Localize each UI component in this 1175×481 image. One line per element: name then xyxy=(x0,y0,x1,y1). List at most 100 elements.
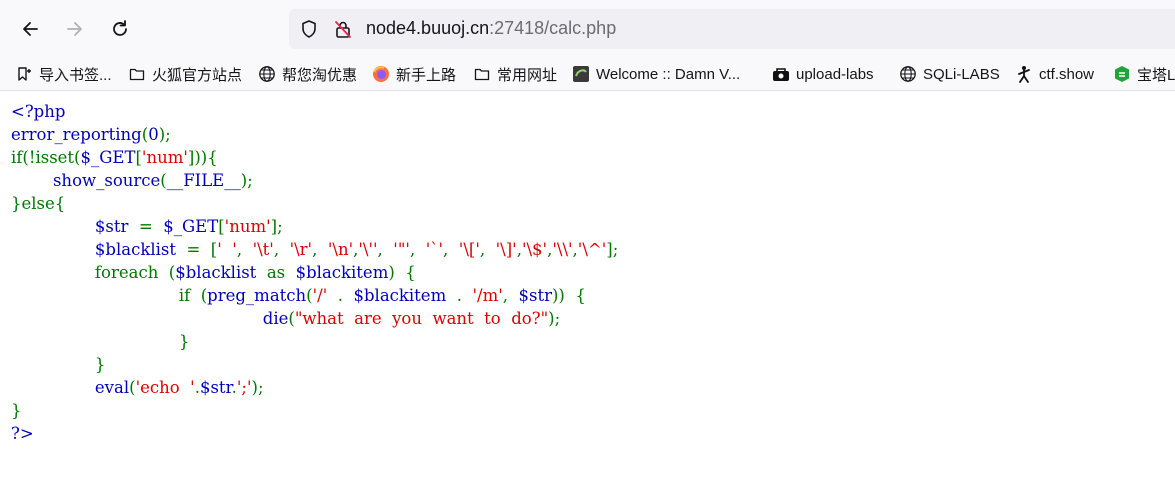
code-token: '\]' xyxy=(495,240,517,259)
back-button[interactable] xyxy=(15,14,45,44)
code-token: 'num' xyxy=(224,217,271,236)
code-token: '\t' xyxy=(252,240,274,259)
code-token: . xyxy=(337,286,354,305)
code-line: }else{ xyxy=(11,192,618,215)
code-token: <?php xyxy=(11,102,66,121)
bookmark-label: SQLi-LABS xyxy=(923,65,1000,83)
code-token: , xyxy=(502,286,519,305)
bookmark-label: 常用网址 xyxy=(497,66,558,84)
code-token: ' ' xyxy=(217,240,237,259)
code-token: 0 xyxy=(148,125,159,144)
code-token: } xyxy=(11,355,106,374)
folder-icon xyxy=(128,65,146,83)
code-token: die xyxy=(262,309,289,328)
code-token: preg_match xyxy=(207,286,307,305)
insecure-lock-icon[interactable] xyxy=(333,19,353,44)
bookmark-getting-started[interactable]: 新手上路 xyxy=(372,62,456,86)
code-token: ])){ xyxy=(187,148,218,167)
code-token: ) { xyxy=(388,263,416,282)
bookmark-ctfshow[interactable]: ctf.show xyxy=(1015,62,1094,86)
bookmark-deals[interactable]: 帮您淘优惠 xyxy=(258,62,357,86)
code-token: '\r' xyxy=(289,240,313,259)
bookmark-dvwa[interactable]: Welcome :: Damn V... xyxy=(572,62,740,86)
forward-button[interactable] xyxy=(60,14,90,44)
code-token: $str xyxy=(518,286,552,305)
code-token: '\'' xyxy=(358,240,378,259)
code-token: $_GET xyxy=(163,217,219,236)
code-token: } xyxy=(11,401,22,420)
code-token: '`' xyxy=(425,240,444,259)
code-token: error_reporting xyxy=(11,125,142,144)
reload-button[interactable] xyxy=(105,14,135,44)
code-token: foreach ( xyxy=(11,263,176,282)
code-token: '\n' xyxy=(327,240,354,259)
code-token: $_GET xyxy=(80,148,136,167)
back-arrow-icon xyxy=(23,22,38,36)
address-bar[interactable]: node4.buuoj.cn:27418/calc.php xyxy=(289,9,1175,49)
code-token: 'num' xyxy=(141,148,188,167)
code-token: '\\' xyxy=(552,240,573,259)
code-token: ]; xyxy=(606,240,619,259)
code-token: , xyxy=(443,240,459,259)
bookmark-common-sites[interactable]: 常用网址 xyxy=(473,62,557,86)
bookmark-import[interactable]: 导入书签... xyxy=(15,62,112,86)
bookmark-sqli-labs[interactable]: SQLi-LABS xyxy=(899,62,1000,86)
code-line: } xyxy=(11,399,618,422)
code-token: '"' xyxy=(393,240,410,259)
code-token: $blackitem xyxy=(353,286,457,305)
code-line: if(!isset($_GET['num'])){ xyxy=(11,146,618,169)
bookmark-firefox-official[interactable]: 火狐官方站点 xyxy=(128,62,242,86)
code-token: , xyxy=(377,240,394,259)
code-token: $blackitem xyxy=(295,263,389,282)
code-token: as xyxy=(266,263,296,282)
code-token: ); xyxy=(548,309,561,328)
code-token: = [ xyxy=(186,240,218,259)
bookmark-label: upload-labs xyxy=(796,65,874,83)
code-token: ); xyxy=(240,171,253,190)
browser-toolbar: node4.buuoj.cn:27418/calc.php xyxy=(0,0,1175,58)
url-host: node4.buuoj.cn xyxy=(366,18,490,38)
code-token: '\^' xyxy=(577,240,607,259)
bookmark-label: ctf.show xyxy=(1039,65,1095,83)
code-token: $blacklist xyxy=(94,240,187,259)
code-line: $str = $_GET['num']; xyxy=(11,215,618,238)
code-token: $str xyxy=(199,378,232,397)
code-token: "what are you want to do?" xyxy=(294,309,549,328)
code-line: ?> xyxy=(11,422,618,445)
bookmark-upload-labs[interactable]: upload-labs xyxy=(772,62,874,86)
url-text[interactable]: node4.buuoj.cn:27418/calc.php xyxy=(366,18,616,39)
code-line: foreach ($blacklist as $blackitem) { xyxy=(11,261,618,284)
code-token: )) { xyxy=(551,286,586,305)
code-token: '/' xyxy=(312,286,338,305)
firefox-icon xyxy=(372,65,390,83)
code-line: error_reporting(0); xyxy=(11,123,618,146)
code-token: , xyxy=(479,240,496,259)
code-token: '\$' xyxy=(521,240,548,259)
reload-icon xyxy=(113,20,127,36)
dvwa-icon xyxy=(572,65,590,83)
code-token: , xyxy=(273,240,290,259)
code-token: if ( xyxy=(11,286,208,305)
code-token: = xyxy=(138,217,164,236)
upload-labs-icon xyxy=(772,65,790,83)
code-token: ); xyxy=(158,125,171,144)
code-token: __FILE__ xyxy=(166,171,241,190)
code-line: show_source(__FILE__); xyxy=(11,169,618,192)
bookmark-label: Welcome :: Damn V... xyxy=(596,65,741,83)
code-line: eval('echo '.$str.';'); xyxy=(11,376,618,399)
code-token: ]; xyxy=(270,217,283,236)
code-line: die("what are you want to do?"); xyxy=(11,307,618,330)
code-token: eval xyxy=(94,378,130,397)
url-path: :27418/calc.php xyxy=(489,18,617,38)
code-token: } xyxy=(11,332,190,351)
ctfshow-icon xyxy=(1015,65,1033,83)
bookmark-label: 帮您淘优惠 xyxy=(282,66,358,84)
shield-icon[interactable] xyxy=(299,19,319,44)
code-token: ';' xyxy=(236,378,252,397)
bookmark-baota[interactable]: 宝塔L xyxy=(1113,62,1175,86)
code-token: , xyxy=(312,240,328,259)
code-token: }else{ xyxy=(11,194,66,213)
